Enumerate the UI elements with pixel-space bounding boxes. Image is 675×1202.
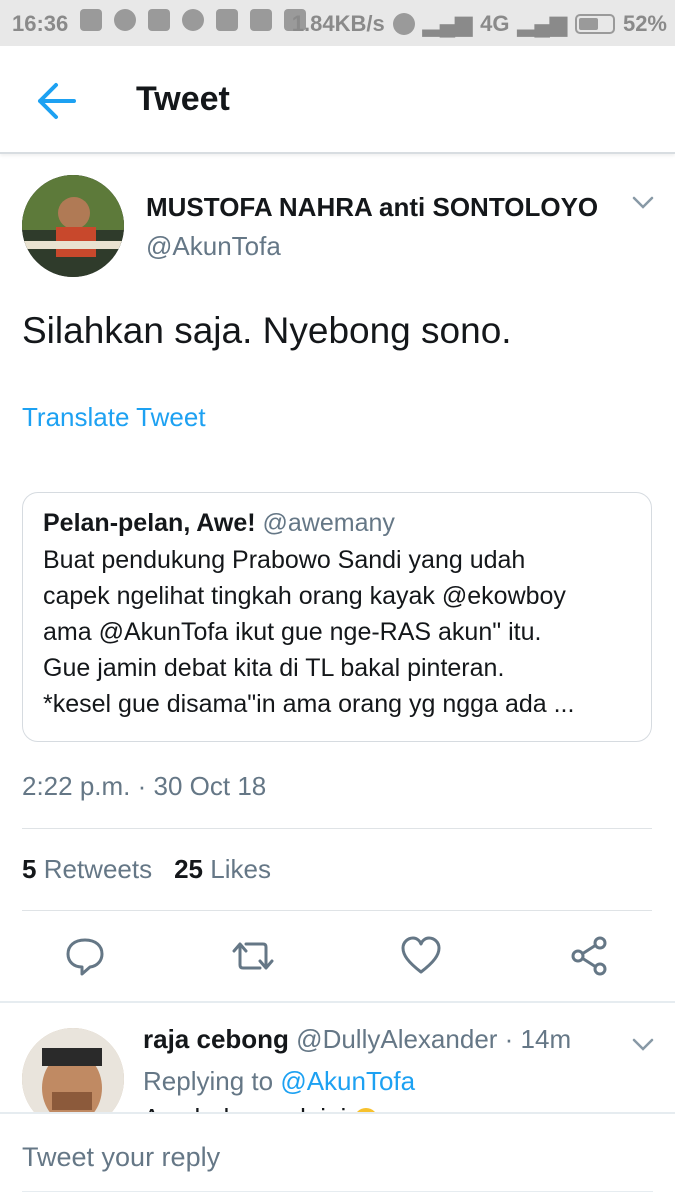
quoted-line: *kesel gue disama"in ama orang yg ngga a…	[43, 690, 575, 718]
network-speed: 1.84KB/s	[291, 11, 385, 36]
line-app-icon	[114, 9, 136, 31]
reply-header: raja cebong @DullyAlexander · 14m	[143, 1024, 571, 1055]
notification-icons	[80, 9, 306, 31]
twitter-icon	[216, 9, 238, 31]
divider	[22, 910, 652, 911]
divider	[22, 828, 652, 829]
chevron-down-icon[interactable]	[630, 1034, 656, 1054]
quoted-line: Buat pendukung Prabowo Sandi yang udah	[43, 546, 526, 574]
signal-icon: ▂▄▆	[422, 11, 473, 36]
alarm-icon	[392, 13, 415, 35]
likes-label: Likes	[210, 854, 271, 884]
author-avatar[interactable]	[22, 175, 124, 277]
author-handle[interactable]: @AkunTofa	[146, 231, 281, 262]
reply-input[interactable]: Tweet your reply	[22, 1142, 220, 1173]
retweets-stat[interactable]: 5 Retweets	[22, 854, 152, 885]
status-time: 16:36	[12, 11, 69, 36]
quoted-author-name: Pelan-pelan, Awe!	[43, 509, 256, 537]
likes-stat[interactable]: 25 Likes	[174, 854, 271, 885]
likes-count: 25	[174, 854, 204, 884]
quoted-line: Gue jamin debat kita di TL bakal pintera…	[43, 654, 505, 682]
reply-author-handle[interactable]: @DullyAlexander	[296, 1024, 497, 1054]
battery-saver-icon	[250, 9, 272, 31]
replying-to-link[interactable]: @AkunTofa	[280, 1066, 415, 1096]
retweets-count: 5	[22, 854, 37, 884]
quoted-author-handle: @awemany	[262, 509, 395, 537]
tweet-timestamp: 2:22 p.m. · 30 Oct 18	[22, 771, 267, 801]
chevron-down-icon[interactable]	[630, 192, 656, 212]
network-type: 4G	[480, 11, 510, 36]
quoted-tweet-card[interactable]: Pelan-pelan, Awe! @awemany Buat pendukun…	[22, 492, 652, 742]
section-separator	[0, 1001, 675, 1003]
replying-to: Replying to @AkunTofa	[143, 1066, 415, 1097]
translate-tweet-link[interactable]: Translate Tweet	[22, 402, 206, 433]
status-right: 1.84KB/s ▂▄▆ 4G ▂▄▆ 52%	[292, 11, 667, 37]
reply-author-name[interactable]: raja cebong	[143, 1024, 289, 1054]
battery-percent: 52%	[622, 11, 667, 36]
status-bar: 16:36 1.84KB/s ▂▄▆ 4G ▂▄▆ 52%	[0, 0, 675, 46]
quoted-line: ama @AkunTofa ikut gue nge-RAS akun" itu…	[43, 618, 542, 646]
chat-notification-icon	[80, 9, 102, 31]
signal-icon-2: ▂▄▆	[517, 11, 567, 36]
tweet-actions	[0, 933, 675, 983]
retweets-label: Retweets	[43, 854, 153, 884]
compose-underline	[22, 1191, 653, 1192]
reply-compose-bar: Tweet your reply	[0, 1112, 675, 1202]
reply-time: · 14m	[504, 1024, 572, 1054]
replying-prefix: Replying to	[143, 1066, 274, 1096]
quoted-tweet-header: Pelan-pelan, Awe! @awemany	[43, 509, 631, 538]
tweet-stats: 5 Retweets 25 Likes	[22, 854, 271, 885]
quoted-line: capek ngelihat tingkah orang kayak @ekow…	[43, 582, 566, 610]
upload-icon	[148, 9, 170, 31]
quoted-tweet-text: Buat pendukung Prabowo Sandi yang udah c…	[43, 542, 631, 722]
tweet-text: Silahkan saja. Nyebong sono.	[22, 310, 512, 351]
battery-icon	[574, 14, 615, 34]
reply-icon[interactable]	[62, 933, 108, 979]
like-heart-icon[interactable]	[398, 933, 444, 979]
retweet-icon[interactable]	[230, 933, 276, 979]
share-icon[interactable]	[567, 933, 613, 979]
page-title: Tweet	[136, 80, 230, 118]
messenger-icon	[182, 9, 204, 31]
back-arrow-icon[interactable]	[34, 81, 78, 121]
author-name[interactable]: MUSTOFA NAHRA anti SONTOLOYO	[146, 192, 598, 223]
app-bar: Tweet	[0, 46, 675, 154]
